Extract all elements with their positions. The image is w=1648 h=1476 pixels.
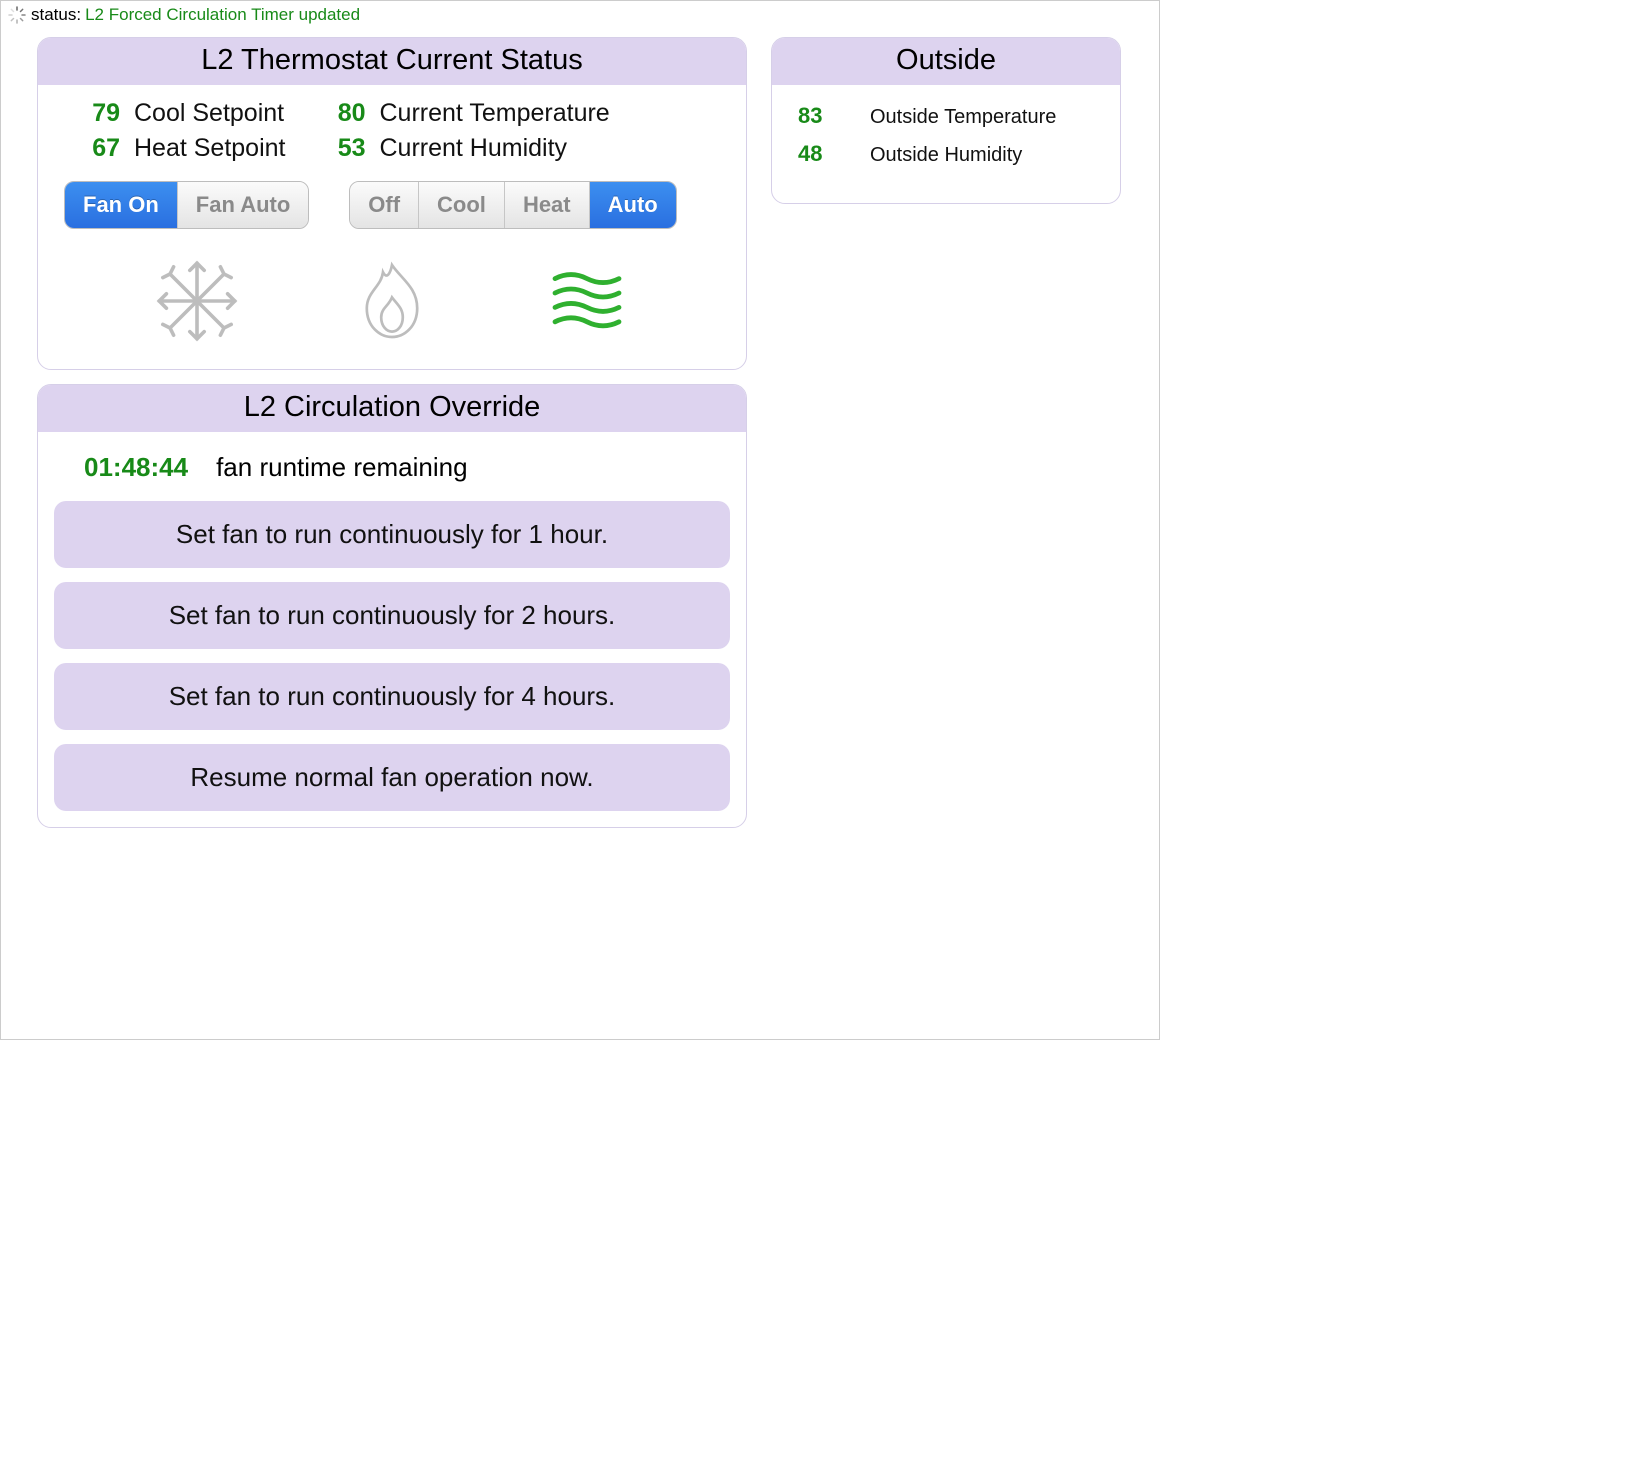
hvac-mode-segmented-option[interactable]: Auto bbox=[590, 182, 676, 228]
runtime-remaining-row: 01:48:44 fan runtime remaining bbox=[48, 446, 736, 501]
hvac-mode-segmented-option[interactable]: Off bbox=[350, 182, 419, 228]
override-button[interactable]: Resume normal fan operation now. bbox=[54, 744, 730, 811]
current-temp-value: 80 bbox=[326, 99, 366, 128]
outside-humidity-label: Outside Humidity bbox=[870, 144, 1022, 167]
current-humidity-label: Current Humidity bbox=[380, 134, 568, 163]
circulation-override-panel: L2 Circulation Override 01:48:44 fan run… bbox=[37, 384, 747, 828]
outside-temp-label: Outside Temperature bbox=[870, 106, 1056, 129]
outside-humidity-value: 48 bbox=[798, 141, 834, 167]
circulation-override-title: L2 Circulation Override bbox=[38, 385, 746, 432]
heat-setpoint-row: 67 Heat Setpoint bbox=[80, 134, 286, 163]
hvac-mode-segmented: OffCoolHeatAuto bbox=[349, 181, 676, 229]
fan-mode-segmented-option[interactable]: Fan Auto bbox=[178, 182, 309, 228]
runtime-remaining-label: fan runtime remaining bbox=[216, 452, 467, 483]
outside-temp-row: 83 Outside Temperature bbox=[798, 103, 1094, 129]
current-temp-label: Current Temperature bbox=[380, 99, 610, 128]
airflow-icon bbox=[537, 251, 637, 351]
status-bar: status: L2 Forced Circulation Timer upda… bbox=[1, 1, 1159, 29]
heat-setpoint-value: 67 bbox=[80, 134, 120, 163]
status-label: status: bbox=[31, 5, 81, 25]
override-button[interactable]: Set fan to run continuously for 1 hour. bbox=[54, 501, 730, 568]
cool-setpoint-row: 79 Cool Setpoint bbox=[80, 99, 286, 128]
status-message: L2 Forced Circulation Timer updated bbox=[85, 5, 360, 25]
cool-setpoint-label: Cool Setpoint bbox=[134, 99, 284, 128]
snowflake-icon bbox=[147, 251, 247, 351]
heat-setpoint-label: Heat Setpoint bbox=[134, 134, 286, 163]
outside-humidity-row: 48 Outside Humidity bbox=[798, 141, 1094, 167]
outside-temp-value: 83 bbox=[798, 103, 834, 129]
thermostat-status-title: L2 Thermostat Current Status bbox=[38, 38, 746, 85]
override-button-list: Set fan to run continuously for 1 hour. S… bbox=[48, 501, 736, 817]
outside-title: Outside bbox=[772, 38, 1120, 85]
override-button[interactable]: Set fan to run continuously for 4 hours. bbox=[54, 663, 730, 730]
loading-spinner-icon bbox=[7, 5, 27, 25]
flame-icon bbox=[342, 251, 442, 351]
fan-mode-segmented-option[interactable]: Fan On bbox=[65, 182, 178, 228]
hvac-mode-segmented-option[interactable]: Cool bbox=[419, 182, 505, 228]
outside-panel: Outside 83 Outside Temperature 48 Outsid… bbox=[771, 37, 1121, 204]
runtime-remaining-value: 01:48:44 bbox=[84, 452, 188, 483]
thermostat-status-panel: L2 Thermostat Current Status 79 Cool Set… bbox=[37, 37, 747, 370]
current-temp-row: 80 Current Temperature bbox=[326, 99, 610, 128]
fan-mode-segmented: Fan OnFan Auto bbox=[64, 181, 309, 229]
override-button[interactable]: Set fan to run continuously for 2 hours. bbox=[54, 582, 730, 649]
hvac-mode-segmented-option[interactable]: Heat bbox=[505, 182, 590, 228]
current-humidity-row: 53 Current Humidity bbox=[326, 134, 610, 163]
current-humidity-value: 53 bbox=[326, 134, 366, 163]
cool-setpoint-value: 79 bbox=[80, 99, 120, 128]
